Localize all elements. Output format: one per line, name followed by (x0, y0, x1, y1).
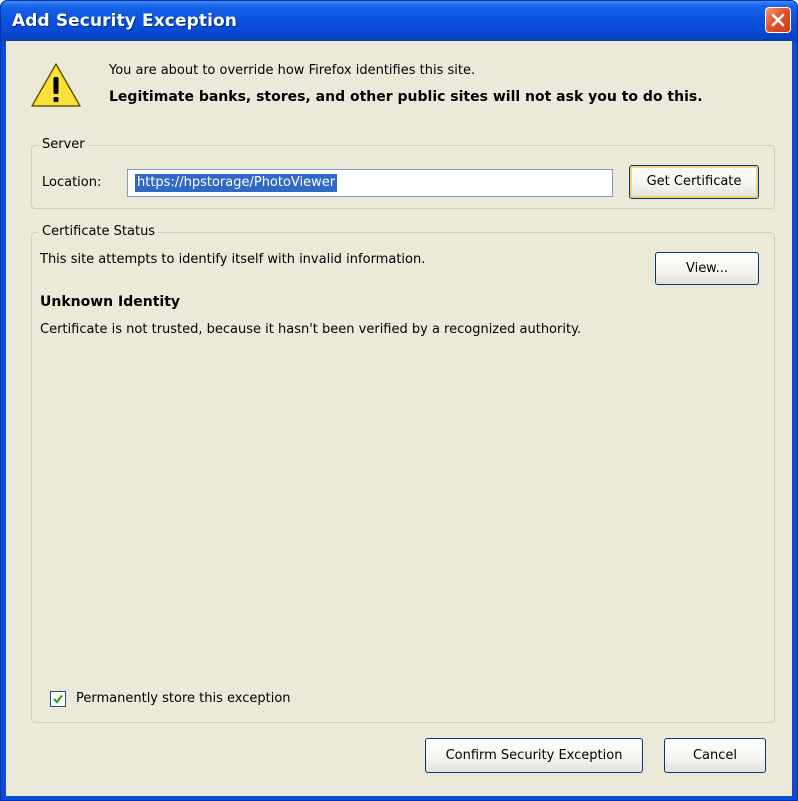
intro-message: You are about to override how Firefox id… (109, 63, 476, 78)
location-input[interactable]: https://hpstorage/PhotoViewer (127, 169, 613, 197)
security-exception-dialog: Add Security Exception You are about to … (0, 0, 798, 801)
permanent-store-checkbox[interactable] (50, 691, 66, 707)
intro-warning: Legitimate banks, stores, and other publ… (109, 89, 703, 105)
confirm-exception-button[interactable]: Confirm Security Exception (425, 738, 643, 773)
close-button[interactable] (765, 7, 791, 33)
server-legend: Server (39, 137, 88, 152)
certificate-status-text: This site attempts to identify itself wi… (40, 252, 426, 267)
identity-description: Certificate is not trusted, because it h… (40, 322, 582, 337)
location-value: https://hpstorage/PhotoViewer (135, 174, 338, 192)
view-certificate-button[interactable]: View... (655, 252, 759, 285)
identity-title: Unknown Identity (40, 294, 181, 310)
checkmark-icon (53, 694, 63, 704)
location-label: Location: (42, 175, 102, 190)
get-certificate-button[interactable]: Get Certificate (629, 165, 759, 199)
dialog-body: You are about to override how Firefox id… (6, 41, 792, 796)
warning-icon (31, 63, 81, 107)
window-title: Add Security Exception (12, 11, 237, 31)
certificate-status-legend: Certificate Status (39, 224, 159, 239)
permanent-store-label[interactable]: Permanently store this exception (76, 691, 291, 706)
title-bar[interactable]: Add Security Exception (1, 1, 797, 41)
close-icon (771, 13, 785, 27)
cancel-button[interactable]: Cancel (664, 738, 766, 773)
